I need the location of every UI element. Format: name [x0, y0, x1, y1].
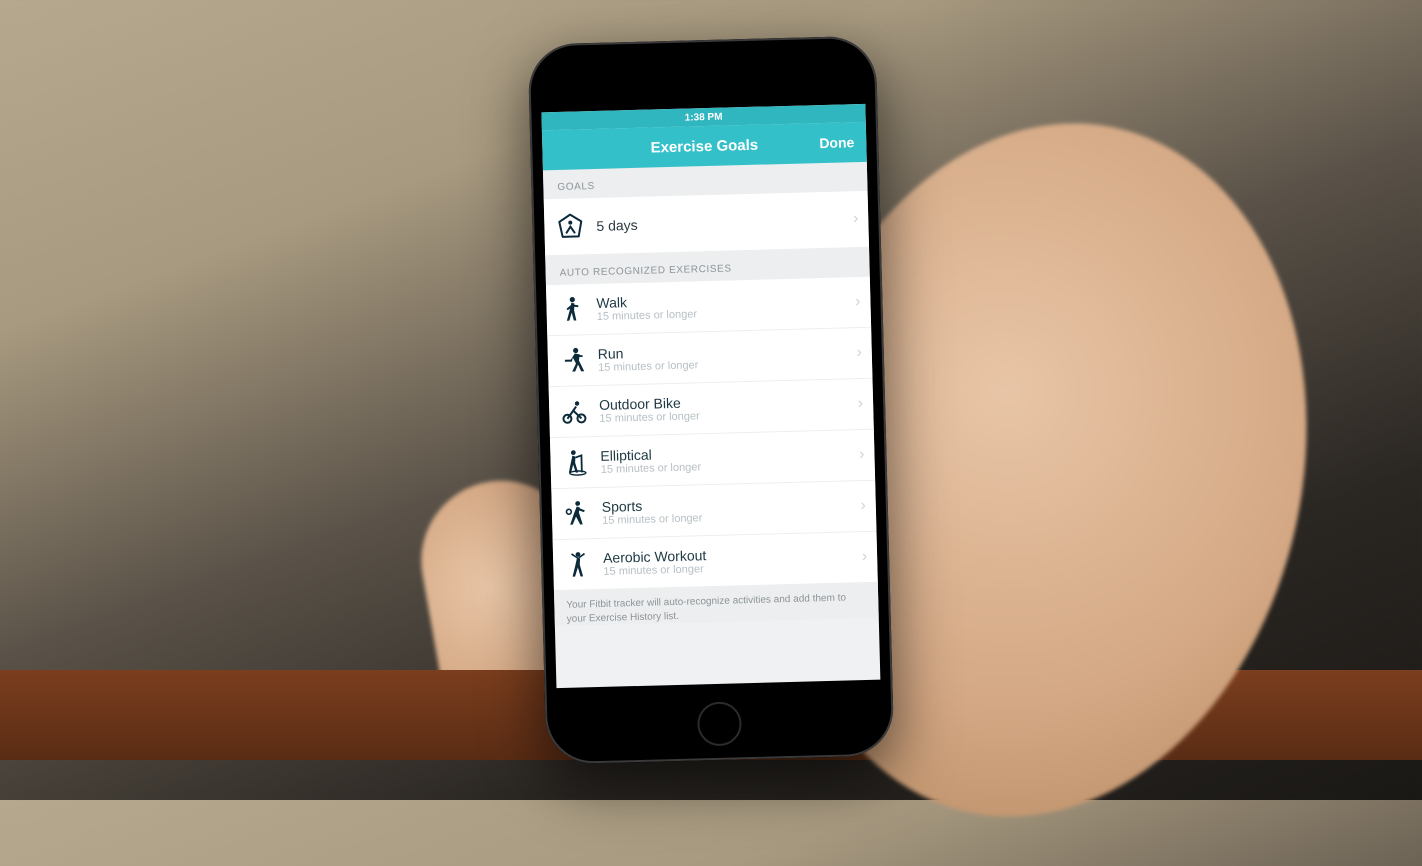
exercise-row-bike[interactable]: Outdoor Bike 15 minutes or longer › — [549, 379, 874, 438]
exercise-row-run[interactable]: Run 15 minutes or longer › — [547, 328, 872, 387]
exercise-row-elliptical[interactable]: Elliptical 15 minutes or longer › — [550, 430, 875, 489]
exercise-sub: 15 minutes or longer — [599, 410, 700, 425]
exercise-sub: 15 minutes or longer — [601, 461, 702, 476]
exercise-sub: 15 minutes or longer — [597, 308, 698, 323]
status-bar-time: 1:38 PM — [685, 111, 723, 123]
chevron-right-icon: › — [858, 395, 864, 413]
walk-icon — [558, 294, 585, 325]
exercise-row-sports[interactable]: Sports 15 minutes or longer › — [551, 481, 876, 540]
chevron-right-icon: › — [855, 293, 861, 311]
exercise-row-aerobic[interactable]: Aerobic Workout 15 minutes or longer › — [553, 532, 878, 591]
chevron-right-icon: › — [853, 210, 859, 228]
done-button[interactable]: Done — [819, 122, 855, 163]
chevron-right-icon: › — [862, 548, 868, 566]
app-screen: 1:38 PM Exercise Goals Done GOALS 5 days — [541, 104, 880, 688]
bike-icon — [561, 396, 588, 427]
phone-frame: 1:38 PM Exercise Goals Done GOALS 5 days — [528, 36, 895, 765]
exercise-sub: 15 minutes or longer — [602, 512, 703, 527]
chevron-right-icon: › — [859, 446, 865, 464]
goals-value: 5 days — [596, 217, 638, 234]
chevron-right-icon: › — [856, 344, 862, 362]
run-icon — [560, 345, 587, 376]
goals-row[interactable]: 5 days › — [544, 191, 869, 256]
page-title: Exercise Goals — [650, 136, 758, 156]
goals-badge-icon — [556, 212, 585, 241]
aerobic-icon — [565, 549, 592, 580]
exercise-sub: 15 minutes or longer — [603, 563, 707, 578]
sports-icon — [564, 498, 591, 529]
chevron-right-icon: › — [860, 497, 866, 515]
nav-header: Exercise Goals Done — [542, 122, 867, 170]
exercise-row-walk[interactable]: Walk 15 minutes or longer › — [546, 277, 871, 336]
exercise-sub: 15 minutes or longer — [598, 359, 699, 374]
elliptical-icon — [562, 447, 589, 478]
